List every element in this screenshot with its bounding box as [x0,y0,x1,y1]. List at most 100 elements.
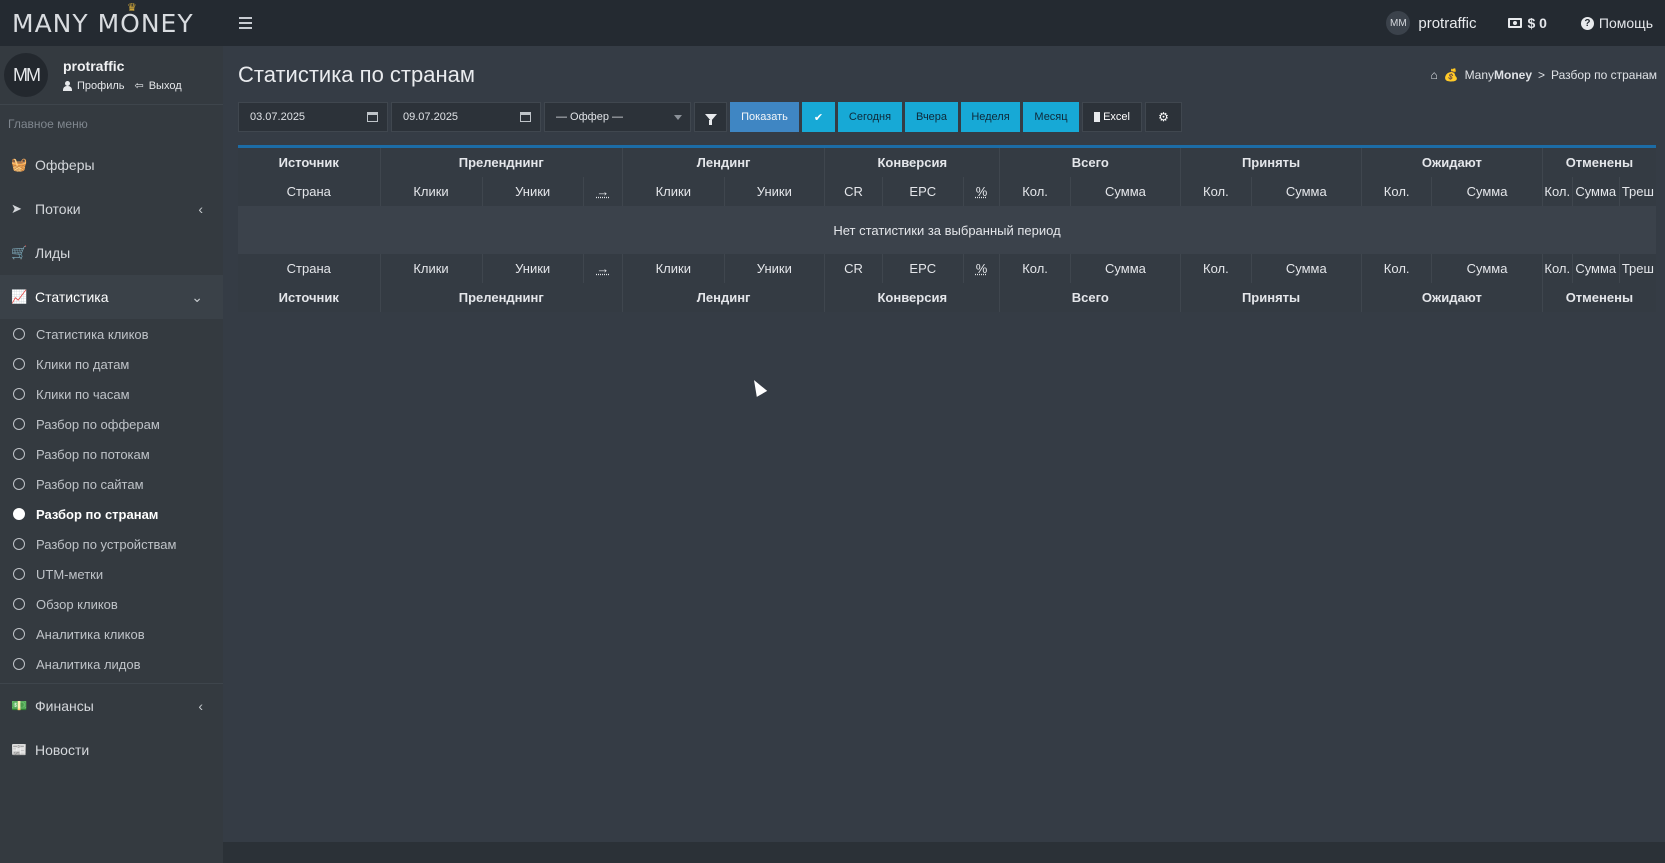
column-header[interactable]: Сумма [1431,177,1543,206]
column-header[interactable]: Сумма [1070,177,1182,206]
hamburger-menu-icon[interactable] [239,11,263,35]
money-bill-icon [1508,18,1523,28]
column-header[interactable]: Клики [622,177,725,206]
submenu-label: Аналитика кликов [36,626,145,642]
column-footer: Сумма [1251,254,1362,283]
main-content: Статистика по странам ⌂ 💰 ManyMoney > Ра… [223,46,1665,842]
sidebar-item-leads[interactable]: 🛒 Лиды [0,231,223,275]
sidebar-item-statistics[interactable]: 📈 Статистика ⌄ [0,275,223,319]
sidebar-item-offers[interactable]: 🧺 Офферы [0,143,223,187]
sidebar-item-streams[interactable]: ➤ Потоки ‹ [0,187,223,231]
submenu-label: Клики по датам [36,356,130,372]
calendar-icon[interactable] [367,112,378,122]
column-header[interactable]: Кол. [1180,177,1252,206]
column-header[interactable]: Треш [1619,177,1656,206]
submenu-label: Аналитика лидов [36,656,141,672]
filter-button[interactable] [694,102,727,132]
chart-area-icon: 📈 [11,289,28,304]
navbar-user[interactable]: MM protraffic [1370,0,1492,46]
sidebar-item-label: Новости [35,742,90,758]
column-settings-button[interactable]: ⚙ [1145,102,1182,132]
profile-link[interactable]: Профиль [63,79,125,92]
submenu-item-by-offers[interactable]: Разбор по офферам [0,409,223,439]
submenu-item-by-devices[interactable]: Разбор по устройствам [0,529,223,559]
sidebar-item-label: Финансы [35,698,94,714]
circle-icon [13,358,25,370]
column-footer: EPC [882,254,964,283]
breadcrumb-home[interactable]: ManyMoney [1465,68,1532,82]
offer-select-value: — Оффер — [556,111,624,123]
column-header[interactable]: Кол. [1542,177,1573,206]
sidebar-user-name: protraffic [63,58,125,74]
money-icon: 💵 [11,698,28,713]
submenu-label: Разбор по офферам [36,416,160,432]
today-button[interactable]: Сегодня [838,102,902,132]
apply-check-button[interactable]: ✔ [802,102,835,132]
submenu-item-click-stats[interactable]: Статистика кликов [0,319,223,349]
column-header[interactable]: Сумма [1572,177,1620,206]
submenu-item-clicks-by-hour[interactable]: Клики по часам [0,379,223,409]
submenu-item-clicks-by-date[interactable]: Клики по датам [0,349,223,379]
sidebar: MM protraffic Профиль ⇦ Выход Главное ме… [0,46,223,863]
column-header[interactable]: CR [824,177,883,206]
brand-logo[interactable]: MANY MONEY ♛ [0,0,223,46]
column-header[interactable]: Кол. [999,177,1071,206]
submenu-item-by-sites[interactable]: Разбор по сайтам [0,469,223,499]
filter-icon [704,113,717,125]
menu-header: Главное меню [8,117,88,131]
column-header-arrow[interactable]: → [583,177,624,206]
submenu-label: Разбор по потокам [36,446,150,462]
group-header: Всего [999,148,1182,177]
calendar-icon[interactable] [520,112,531,122]
submenu-label: Разбор по странам [36,506,159,522]
column-header-country[interactable]: Страна [238,177,381,206]
circle-icon [13,328,25,340]
month-button[interactable]: Месяц [1023,102,1079,132]
column-header[interactable]: Сумма [1251,177,1362,206]
column-header[interactable]: Уники [724,177,826,206]
group-header: Конверсия [824,148,1001,177]
date-from-input[interactable]: 03.07.2025 [238,102,388,132]
submenu-item-by-countries[interactable]: Разбор по странам [0,499,223,529]
stats-table: Источник Преленднинг Лендинг Конверсия В… [238,148,1656,312]
date-to-input[interactable]: 09.07.2025 [391,102,541,132]
column-header[interactable]: EPC [882,177,964,206]
submenu-item-utm[interactable]: UTM-метки [0,559,223,589]
week-button[interactable]: Неделя [961,102,1020,132]
chevron-left-icon: ‹ [198,698,203,714]
breadcrumb-current: Разбор по странам [1551,68,1657,82]
sidebar-item-label: Потоки [35,201,81,217]
column-header-percent[interactable]: % [963,177,1001,206]
column-header[interactable]: Клики [380,177,483,206]
file-excel-icon [1094,112,1101,122]
top-navbar: MANY MONEY ♛ MM protraffic $ 0 ? Помощь [0,0,1665,46]
column-header[interactable]: Уники [482,177,584,206]
group-footer: Приняты [1180,283,1362,312]
circle-icon [13,388,25,400]
circle-icon [13,478,25,490]
balance-display[interactable]: $ 0 [1492,15,1562,31]
logout-link[interactable]: ⇦ Выход [135,79,182,93]
column-header[interactable]: Кол. [1361,177,1433,206]
help-link[interactable]: ? Помощь [1563,15,1665,31]
submenu-item-click-analytics[interactable]: Аналитика кликов [0,619,223,649]
home-icon[interactable]: ⌂ [1430,68,1437,82]
offer-select[interactable]: — Оффер — [544,102,691,132]
navbar-user-name: protraffic [1418,14,1477,32]
yesterday-button[interactable]: Вчера [905,102,958,132]
crown-icon: ♛ [127,2,137,14]
sidebar-item-news[interactable]: 📰 Новости [0,728,223,772]
sidebar-item-finances[interactable]: 💵 Финансы ‹ [0,684,223,728]
show-button[interactable]: Показать [730,102,799,132]
excel-export-button[interactable]: Excel [1082,102,1142,132]
group-footer: Ожидают [1361,283,1543,312]
submenu-item-by-streams[interactable]: Разбор по потокам [0,439,223,469]
submenu-item-lead-analytics[interactable]: Аналитика лидов [0,649,223,679]
paper-plane-icon: ➤ [11,201,22,216]
submenu-item-clicks-overview[interactable]: Обзор кликов [0,589,223,619]
column-footer: Клики [380,254,483,283]
table-column-header: Страна Клики Уники → Клики Уники CR EPC … [238,177,1656,206]
sidebar-avatar: MM [4,53,48,97]
circle-icon [13,628,25,640]
sidebar-user-panel: MM protraffic Профиль ⇦ Выход [0,46,223,105]
